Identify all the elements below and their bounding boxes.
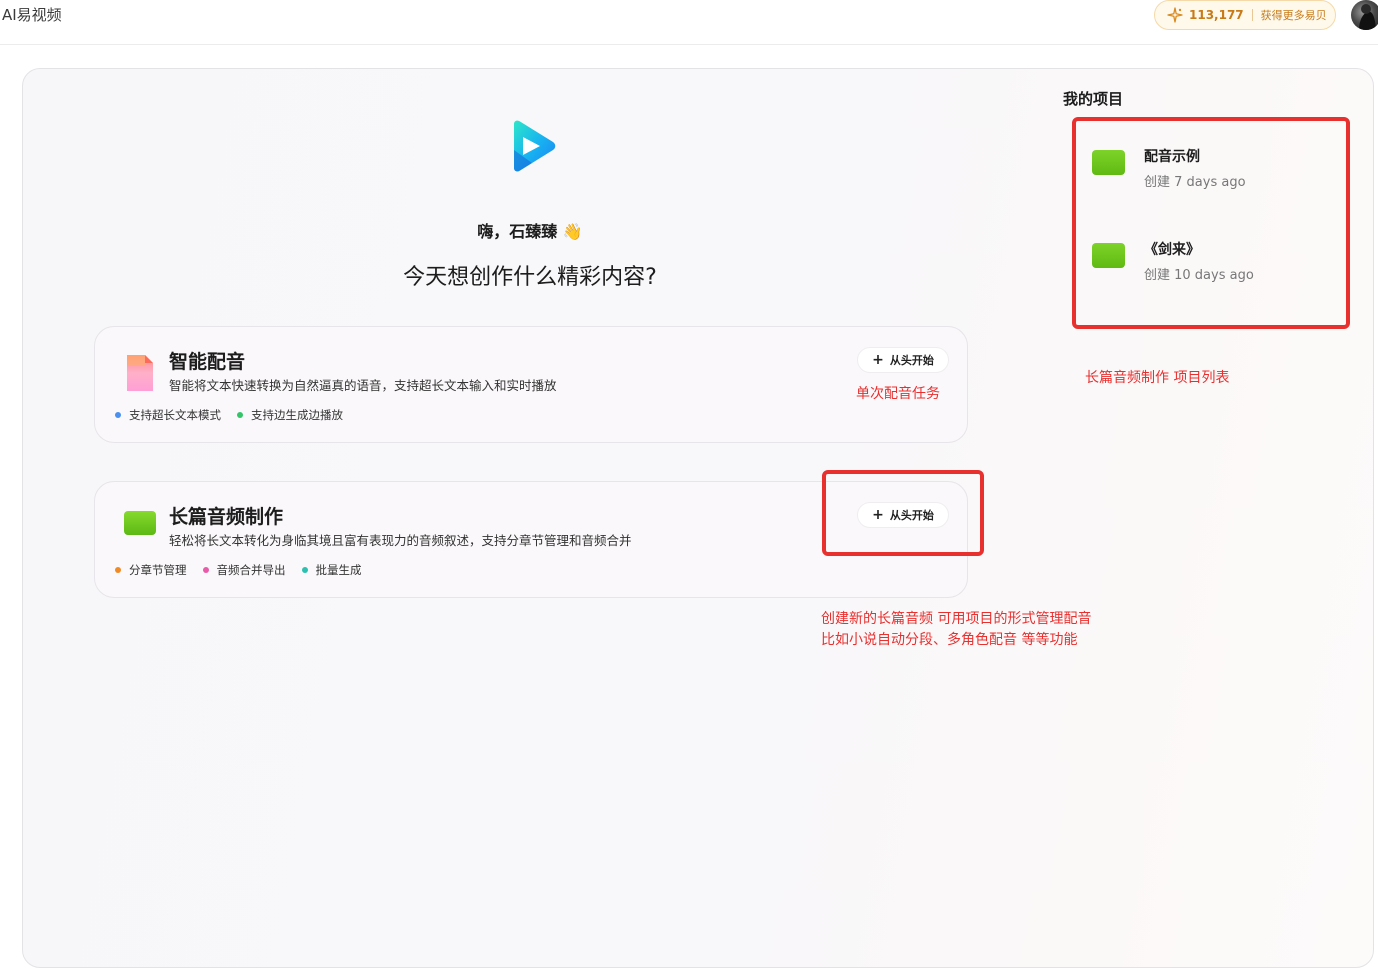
divider	[1251, 9, 1253, 21]
get-more-credits-link[interactable]: 获得更多易贝	[1261, 7, 1327, 23]
feature-tag: 音频合并导出	[202, 562, 286, 578]
bullet-dot	[301, 567, 308, 573]
annotation-create-line-2: 比如小说自动分段、多角色配音 等等功能	[821, 632, 1078, 648]
page-title: 今天想创作什么精彩内容?	[403, 265, 657, 290]
sparkle-icon	[1167, 7, 1183, 23]
projects-title: 我的项目	[1063, 90, 1124, 108]
feature-tags: 支持超长文本模式 支持边生成边播放	[115, 407, 343, 423]
bullet-dot	[202, 567, 209, 573]
play-logo-icon	[508, 120, 558, 172]
card-title: 智能配音	[169, 351, 246, 373]
tag-label: 音频合并导出	[216, 563, 286, 577]
card-smart-dubbing[interactable]: 智能配音 智能将文本快速转换为自然逼真的语音，支持超长文本输入和实时播放 支持超…	[94, 326, 968, 443]
card-title: 长篇音频制作	[169, 506, 284, 528]
tag-label: 支持超长文本模式	[129, 408, 221, 422]
annotation-box-projects	[1072, 117, 1350, 329]
annotation-project-list: 长篇音频制作 项目列表	[1085, 370, 1230, 386]
top-bar: AI易视频 113,177 获得更多易贝	[0, 0, 1378, 45]
plus-icon: +	[872, 352, 884, 368]
feature-tag: 支持边生成边播放	[237, 407, 343, 423]
bullet-dot	[115, 412, 121, 418]
bullet-dot	[115, 567, 121, 573]
feature-tag: 支持超长文本模式	[115, 407, 221, 423]
button-label: 从头开始	[889, 354, 934, 367]
tag-label: 批量生成	[315, 563, 362, 577]
tag-label: 分章节管理	[129, 563, 187, 577]
credits-pill[interactable]: 113,177 获得更多易贝	[1154, 0, 1336, 30]
feature-tag: 批量生成	[301, 562, 362, 578]
feature-tags: 分章节管理 音频合并导出 批量生成	[115, 562, 362, 578]
annotation-create-line-1: 创建新的长篇音频 可用项目的形式管理配音	[821, 611, 1092, 627]
avatar[interactable]	[1351, 0, 1378, 30]
greeting: 嗨，石臻臻 👋	[477, 222, 583, 241]
card-description: 轻松将长文本转化为身临其境且富有表现力的音频叙述，支持分章节管理和音频合并	[169, 533, 632, 548]
app-title[interactable]: AI易视频	[2, 4, 62, 25]
card-description: 智能将文本快速转换为自然逼真的语音，支持超长文本输入和实时播放	[169, 378, 557, 393]
feature-tag: 分章节管理	[115, 562, 187, 578]
tag-label: 支持边生成边播放	[251, 408, 343, 422]
document-icon	[125, 353, 155, 393]
bullet-dot	[237, 412, 243, 418]
annotation-box-start-button	[822, 470, 984, 556]
green-folder-icon	[123, 510, 157, 536]
credits-value: 113,177	[1189, 8, 1244, 22]
annotation-single-task: 单次配音任务	[856, 386, 940, 402]
start-from-scratch-button[interactable]: + 从头开始	[857, 347, 949, 373]
